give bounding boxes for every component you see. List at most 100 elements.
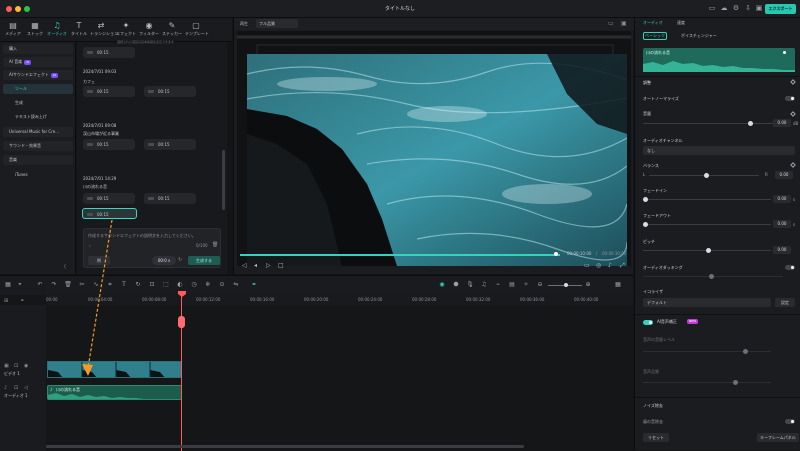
zoom-window-icon[interactable] [24,6,30,12]
sidebar-item-music[interactable]: 音楽 [3,155,73,165]
delete-icon[interactable]: 🗑 [64,281,72,289]
minimize-window-icon[interactable] [15,6,21,12]
channel-select[interactable]: なし [643,146,795,155]
lock-icon[interactable]: ⊡ [14,363,18,369]
volume-knob[interactable] [748,121,753,126]
media-scrollbar[interactable] [222,150,225,210]
volume-handle[interactable] [783,51,786,54]
trash-icon[interactable]: 🗑 [212,242,218,248]
tab-speed[interactable]: 速度 [677,20,685,26]
keyframe-icon[interactable] [790,111,796,117]
keyframe-icon[interactable] [790,162,796,168]
equalizer-settings-button[interactable]: 設定 [775,298,795,307]
ai-icon[interactable]: ✧ [522,281,530,289]
fade-out-slider[interactable] [643,222,771,227]
tool-template[interactable]: ▢ テンプレート [185,20,209,40]
snap-icon[interactable]: ⌁ [494,281,502,289]
layout-icon[interactable]: ▭ [708,4,716,12]
sidebar-item-ai-sfx[interactable]: AIサウンドエフェクト AI [3,70,73,80]
audio-clip-item[interactable]: 00:15 [83,193,135,204]
tool-filter[interactable]: ◉ フィルター [138,20,160,40]
color-icon[interactable]: ◐ [176,281,184,289]
fade-out-knob[interactable] [643,222,648,227]
fade-in-value[interactable]: 0.00 [773,195,791,203]
eye-icon[interactable]: ◉ [24,363,28,369]
ai-voice-toggle[interactable] [643,320,653,325]
timeline-scrollbar[interactable] [46,445,524,448]
speaker-icon[interactable]: ◁ [24,385,28,391]
fade-in-knob[interactable] [643,197,648,202]
pitch-knob[interactable] [706,248,711,253]
monitor-icon[interactable]: ▭ [584,262,590,269]
gain-slider[interactable] [643,349,771,354]
subtab-voice-changer[interactable]: ボイスチェンジャー [681,33,717,39]
settings-icon[interactable]: ⚙ [732,4,740,12]
collapse-sidebar-icon[interactable]: ⟨ [64,264,66,270]
fade-in-slider[interactable] [643,197,771,202]
audio-clip-item[interactable]: 00:15 [83,86,135,97]
detach-icon[interactable]: ⇋ [232,281,240,289]
tool-audio[interactable]: ♫ オーディオ [46,20,68,40]
time-ruler[interactable]: 00:00 00:00:04:00 00:00:08:00 00:00:12:0… [46,295,633,305]
subtab-basic[interactable]: ベーシック [643,32,667,40]
step-back-icon[interactable]: ◁ [242,262,247,269]
fullscreen-icon[interactable]: ▣ [621,20,627,27]
sidebar-item-tools[interactable]: ツール [3,84,73,94]
quality-knob[interactable] [733,380,738,385]
playhead-handle[interactable] [178,316,185,328]
record-icon[interactable]: ⊙ [218,281,226,289]
equalizer-select[interactable]: デフォルト [643,298,771,307]
audio-clip-item[interactable]: 00:15 [144,86,196,97]
tool-title[interactable]: T タイトル [68,20,90,40]
audio-clip[interactable]: ♪ 川の流れる音 [47,385,182,400]
link-track-icon[interactable]: ⚭ [20,298,24,304]
render-icon[interactable]: ◉ [438,281,446,289]
sidebar-item-sound-effects[interactable]: サウンド・効果音 [3,141,73,151]
sidebar-item-generate[interactable]: 生成 [3,98,73,108]
download-icon[interactable]: ⇩ [744,4,752,12]
sidebar-item-itunes[interactable]: iTunes [3,170,73,180]
play-icon[interactable]: ▷ [266,262,271,269]
audio-clip-item[interactable]: 00:15 [144,139,196,150]
zoom-in-icon[interactable]: ⊕ [584,281,592,289]
audio-mix-icon[interactable]: ♫ [480,281,488,289]
export-button[interactable]: エクスポート [765,4,796,14]
expand-icon[interactable]: ⤢ [620,262,625,270]
cloud-icon[interactable]: ☁ [720,4,728,12]
transform-icon[interactable]: ⬚ [162,281,170,289]
sidebar-item-tts[interactable]: テキスト読み上げ [3,112,73,122]
duration-selector[interactable]: 00:0 s [152,256,176,265]
marker-icon[interactable]: ⬟ [452,281,460,289]
snapshot-icon[interactable]: ▭ [608,20,614,27]
sidebar-item-universal-music[interactable]: Universal Music for Cre... [3,127,73,137]
tab-audio[interactable]: オーディオ [643,20,663,26]
tool-sticker[interactable]: ✎ ステッカー [161,20,183,40]
zoom-knob[interactable] [564,283,568,287]
keyframe-panel-button[interactable]: キーフレームパネル [757,433,799,442]
tool-effects[interactable]: ✦ エフェクト [115,20,137,40]
ducking-slider[interactable] [643,274,783,279]
freeze-icon[interactable]: ❄ [204,281,212,289]
grid-view-icon[interactable]: ▦ [614,281,622,289]
tool-stock[interactable]: ▦ ストック [24,20,46,40]
playhead-top-marker[interactable] [178,291,186,297]
gain-knob[interactable] [743,349,748,354]
sidebar-item-purchase[interactable]: 購入 [3,44,73,54]
tool-transition[interactable]: ⇄ トランジション [90,20,118,40]
pitch-value[interactable]: 0.00 [773,246,791,254]
keyframe-icon[interactable] [790,79,796,85]
balance-value[interactable]: 0.00 [775,171,793,179]
pitch-slider[interactable] [643,248,771,253]
rotate-icon[interactable]: ↻ [134,281,142,289]
prev-frame-icon[interactable]: ◂ [254,262,257,269]
tool-media[interactable]: ▤ メディア [2,20,24,40]
zoom-slider[interactable] [548,283,582,287]
close-window-icon[interactable] [6,6,12,12]
link-icon[interactable]: ⚭ [250,281,258,289]
select-tool-icon[interactable]: ⌖ [16,281,24,289]
audio-clip-item[interactable]: 00:15 [144,193,196,204]
balance-slider[interactable] [649,173,759,178]
generate-button[interactable]: 生成する [188,256,220,265]
mic-icon[interactable]: 🎙 [466,281,474,289]
speed-icon[interactable]: ◷ [190,281,198,289]
